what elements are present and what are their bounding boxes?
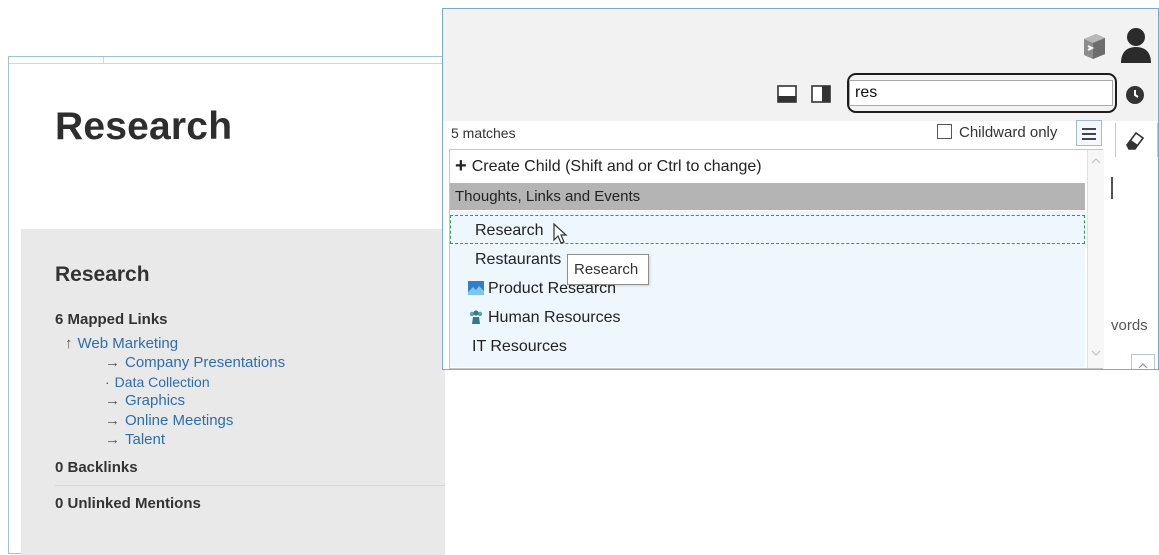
side-panel: vords (1111, 121, 1158, 369)
plus-icon: + (455, 155, 467, 177)
user-icon[interactable] (1119, 26, 1153, 64)
mapped-link-graphics[interactable]: → Graphics (105, 392, 185, 410)
mapped-link-company-presentations[interactable]: → Company Presentations (105, 354, 285, 372)
link-label: Online Meetings (125, 412, 234, 429)
result-item-research[interactable]: Research (450, 215, 1085, 244)
link-label: Web Marketing (77, 335, 179, 352)
mapped-link-talent[interactable]: → Talent (105, 431, 165, 449)
layout-bottom-icon[interactable] (777, 85, 797, 103)
create-child-item[interactable]: + Create Child (Shift and or Ctrl to chan… (450, 152, 1082, 181)
window-divider-tick (103, 57, 104, 63)
right-arrow-icon: → (105, 412, 120, 429)
layout-right-icon[interactable] (811, 85, 831, 103)
mapped-link-data-collection[interactable]: · Data Collection (105, 373, 210, 391)
search-popup-window: 5 matches Childward only +Create Child (… (442, 8, 1159, 370)
people-icon (469, 310, 483, 324)
up-arrow-icon: ↑ (65, 335, 73, 352)
link-label: Company Presentations (125, 354, 286, 371)
results-list: Research Restaurants Product Research Hu… (450, 211, 1085, 367)
mapped-links-heading: 6 Mapped Links (55, 311, 168, 328)
childward-only-checkbox[interactable]: Childward only (937, 124, 1057, 141)
result-label: Human Resources (488, 309, 621, 326)
scroll-up-icon[interactable] (1138, 363, 1148, 369)
eraser-icon[interactable] (1121, 129, 1145, 151)
side-bracket (1111, 177, 1113, 199)
tab-words[interactable]: vords (1111, 317, 1148, 334)
right-arrow-icon: → (105, 354, 120, 371)
scroll-down-icon[interactable] (1091, 350, 1101, 356)
backlinks-heading: 0 Backlinks (55, 459, 138, 476)
result-label: Research (475, 222, 544, 239)
link-label: Graphics (125, 392, 186, 409)
search-results-dropdown: + Create Child (Shift and or Ctrl to chan… (449, 149, 1104, 369)
scroll-up-icon[interactable] (1091, 158, 1101, 164)
mapped-link-web-marketing[interactable]: ↑ Web Marketing (65, 335, 178, 353)
result-item-it-resources[interactable]: IT Resources (450, 332, 1085, 361)
mapped-link-online-meetings[interactable]: → Online Meetings (105, 412, 233, 430)
side-divider (1115, 123, 1116, 157)
links-panel-title: Research (55, 263, 150, 286)
section-divider (55, 485, 445, 486)
links-panel: Research 6 Mapped Links ↑ Web Marketing →… (21, 229, 445, 555)
link-label: Data Collection (114, 374, 210, 390)
result-item-human-resources[interactable]: Human Resources (450, 303, 1085, 332)
page-title: Research (55, 105, 233, 148)
unlinked-mentions-heading: 0 Unlinked Mentions (55, 495, 201, 512)
result-label: Restaurants (475, 251, 562, 268)
results-scrollbar[interactable] (1087, 150, 1104, 368)
result-item-restaurants[interactable]: Restaurants (450, 245, 1085, 274)
cube-icon[interactable] (1080, 31, 1108, 61)
group-header: Thoughts, Links and Events (450, 183, 1085, 210)
mouse-cursor-icon (553, 223, 568, 244)
result-label: IT Resources (472, 338, 567, 355)
window-border-line (9, 63, 443, 64)
menu-icon[interactable] (1076, 120, 1102, 146)
page-window: Research Research 6 Mapped Links ↑ Web Ma… (8, 56, 445, 555)
right-arrow-icon: → (105, 431, 120, 448)
tooltip: Research (567, 254, 649, 285)
image-icon (468, 281, 484, 295)
dot-icon: · (105, 374, 110, 390)
result-item-product-research[interactable]: Product Research (450, 274, 1085, 303)
right-arrow-icon: → (105, 392, 120, 409)
checkbox-box[interactable] (937, 124, 952, 139)
side-list-panel (1131, 354, 1155, 369)
create-child-label: Create Child (Shift and or Ctrl to chang… (471, 158, 762, 175)
search-input[interactable] (849, 80, 1113, 106)
history-icon[interactable] (1125, 85, 1145, 105)
link-label: Talent (125, 431, 166, 448)
matches-count: 5 matches (451, 125, 516, 141)
side-divider (1157, 123, 1158, 157)
childward-only-label: Childward only (959, 124, 1058, 141)
